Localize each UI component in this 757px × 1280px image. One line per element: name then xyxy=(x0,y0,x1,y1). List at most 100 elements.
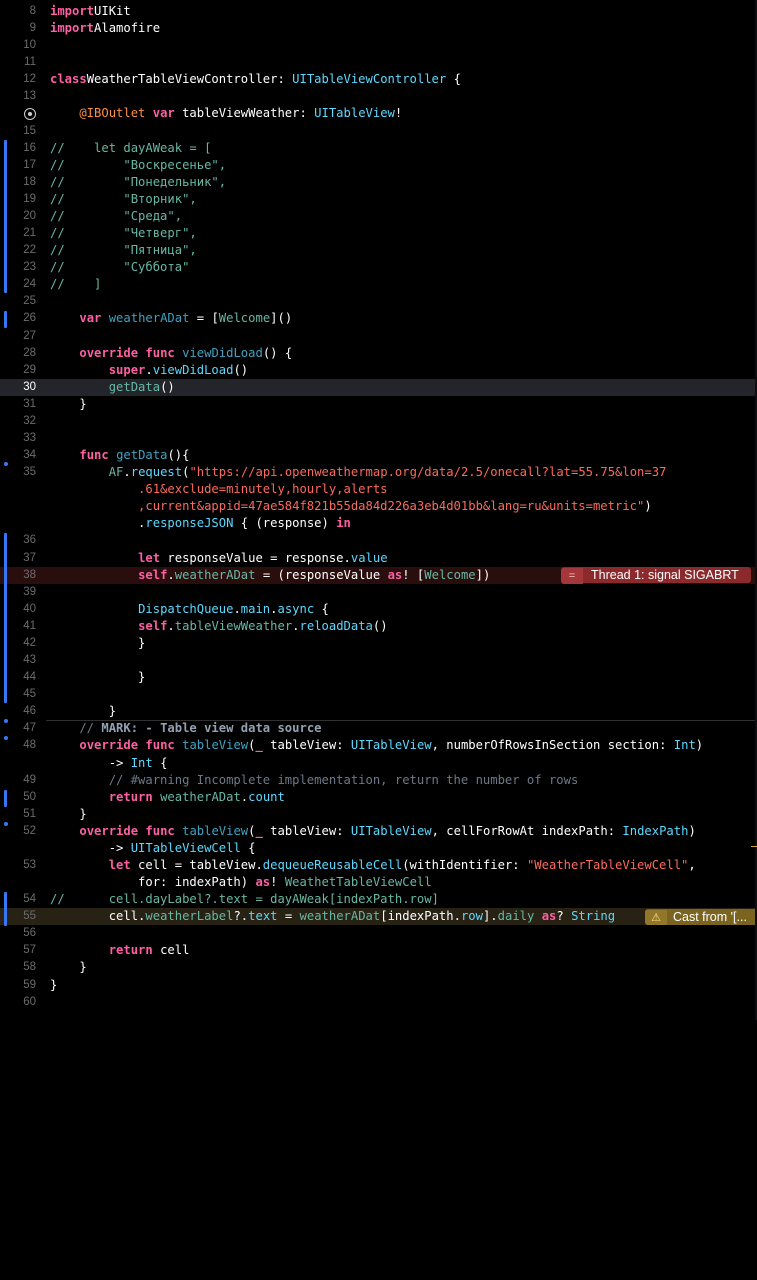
code-line[interactable]: 28 override func viewDidLoad() { xyxy=(0,345,757,362)
code-text[interactable]: } xyxy=(50,977,57,994)
code-line[interactable]: 15 xyxy=(0,123,757,140)
code-line[interactable]: 31 } xyxy=(0,396,757,413)
code-text[interactable]: let cell = tableView.dequeueReusableCell… xyxy=(50,857,696,874)
line-number[interactable]: 33 xyxy=(0,430,36,447)
code-text[interactable]: // "Понедельник", xyxy=(50,174,226,191)
code-line[interactable]: 54// cell.dayLabel?.text = dayAWeak[inde… xyxy=(0,891,757,908)
code-line[interactable]: 8 importUIKit xyxy=(0,3,757,20)
code-line[interactable]: 51 } xyxy=(0,806,757,823)
line-number[interactable]: 57 xyxy=(0,942,36,959)
code-text[interactable]: // "Воскресенье", xyxy=(50,157,226,174)
line-number[interactable]: 59 xyxy=(0,977,36,994)
code-line[interactable]: 52 override func tableView(_ tableView: … xyxy=(0,823,757,840)
code-text[interactable]: } xyxy=(50,959,86,976)
code-text[interactable]: } xyxy=(50,669,145,686)
code-line[interactable]: 37 let responseValue = response.value xyxy=(0,550,757,567)
code-line[interactable]: .responseJSON { (response) in xyxy=(0,515,757,532)
code-text[interactable]: let responseValue = response.value xyxy=(50,550,387,567)
code-line[interactable]: 33 xyxy=(0,430,757,447)
code-line[interactable]: 29 super.viewDidLoad() xyxy=(0,362,757,379)
line-number[interactable]: 15 xyxy=(0,123,36,140)
code-line[interactable]: 47 // MARK: - Table view data source xyxy=(0,720,757,737)
error-annotation[interactable]: = Thread 1: signal SIGABRT xyxy=(561,567,751,584)
code-text[interactable]: self.weatherADat = (responseValue as! [W… xyxy=(50,567,490,584)
code-text[interactable]: -> Int { xyxy=(50,755,168,772)
code-text[interactable]: for: indexPath) as! WeathetTableViewCell xyxy=(50,874,432,891)
code-text[interactable]: var weatherADat = [Welcome]() xyxy=(50,310,292,327)
code-text[interactable]: ,current&appid=47ae584f821b55da84d226a3e… xyxy=(50,498,652,515)
line-number[interactable]: 9 xyxy=(0,20,36,37)
line-number[interactable]: 49 xyxy=(0,772,36,789)
code-text[interactable]: AF.request("https://api.openweathermap.o… xyxy=(50,464,667,481)
change-bar[interactable] xyxy=(4,311,7,328)
code-text[interactable]: return weatherADat.count xyxy=(50,789,285,806)
code-line[interactable]: 32 xyxy=(0,413,757,430)
line-number[interactable]: 35 xyxy=(0,464,36,481)
code-text[interactable]: // "Вторник", xyxy=(50,191,197,208)
code-text[interactable]: importUIKit xyxy=(50,3,131,20)
code-line[interactable]: 10 xyxy=(0,37,757,54)
code-line[interactable]: 56 xyxy=(0,925,757,942)
code-line[interactable]: 59} xyxy=(0,977,757,994)
code-line[interactable]: 30 getData() xyxy=(0,378,757,396)
line-number[interactable]: 13 xyxy=(0,88,36,105)
code-text[interactable]: override func viewDidLoad() { xyxy=(50,345,292,362)
code-text[interactable]: return cell xyxy=(50,942,190,959)
line-number[interactable]: 11 xyxy=(0,54,36,71)
line-number[interactable]: 46 xyxy=(0,703,36,720)
code-line[interactable]: 42 } xyxy=(0,635,757,652)
code-line[interactable]: 11 xyxy=(0,54,757,71)
code-line[interactable]: 21// "Четверг", xyxy=(0,225,757,242)
code-text[interactable]: cell.weatherLabel?.text = weatherADat[in… xyxy=(50,908,615,925)
code-line[interactable]: 57 return cell xyxy=(0,942,757,959)
warning-annotation[interactable]: ⚠ Cast from '[... xyxy=(645,909,757,925)
code-line[interactable]: 13 xyxy=(0,88,757,105)
line-number[interactable]: 32 xyxy=(0,413,36,430)
code-line[interactable]: 36 xyxy=(0,532,757,549)
change-bar[interactable] xyxy=(4,790,7,807)
code-line[interactable]: 17// "Воскресенье", xyxy=(0,157,757,174)
code-text[interactable]: // cell.dayLabel?.text = dayAWeak[indexP… xyxy=(50,891,439,908)
code-text[interactable]: } xyxy=(50,635,145,652)
code-text[interactable]: func getData(){ xyxy=(50,447,189,464)
code-line[interactable]: 27 xyxy=(0,328,757,345)
line-number[interactable]: 27 xyxy=(0,328,36,345)
code-line[interactable]: 18// "Понедельник", xyxy=(0,174,757,191)
line-number[interactable]: 56 xyxy=(0,925,36,942)
line-number[interactable]: 29 xyxy=(0,362,36,379)
code-line[interactable]: -> Int { xyxy=(0,755,757,772)
code-line[interactable]: 24// ] xyxy=(0,276,757,293)
source-editor[interactable]: 8 importUIKit 9 importAlamofire 10 11 12 classW… xyxy=(0,0,757,1280)
code-text[interactable]: // MARK: - Table view data source xyxy=(50,720,321,737)
code-text[interactable]: self.tableViewWeather.reloadData() xyxy=(50,618,388,635)
code-line[interactable]: 26 var weatherADat = [Welcome]() xyxy=(0,310,757,327)
line-number[interactable]: 58 xyxy=(0,959,36,976)
code-text[interactable]: DispatchQueue.main.async { xyxy=(50,601,329,618)
code-line[interactable]: 49 // #warning Incomplete implementation… xyxy=(0,772,757,789)
change-bar[interactable] xyxy=(4,140,7,293)
code-line[interactable]: @IBOutlet var tableViewWeather: UITableV… xyxy=(0,105,757,122)
code-line[interactable]: -> UITableViewCell { xyxy=(0,840,757,857)
code-line[interactable]: 12 classWeatherTableViewController: UITab… xyxy=(0,71,757,88)
code-line[interactable]: 9 importAlamofire xyxy=(0,20,757,37)
code-text[interactable]: } xyxy=(50,806,86,823)
code-text[interactable]: classWeatherTableViewController: UITable… xyxy=(50,71,461,88)
change-bar[interactable] xyxy=(4,892,7,926)
code-text[interactable]: } xyxy=(50,396,86,413)
code-text[interactable]: .responseJSON { (response) in xyxy=(50,515,351,532)
code-line[interactable]: 16// let dayAWeak = [ xyxy=(0,140,757,157)
code-line[interactable]: 23// "Суббота" xyxy=(0,259,757,276)
code-line[interactable]: 34 func getData(){ xyxy=(0,447,757,464)
code-text[interactable]: getData() xyxy=(50,379,175,396)
line-number[interactable]: 30 xyxy=(0,379,36,396)
code-text[interactable]: override func tableView(_ tableView: UIT… xyxy=(50,737,703,754)
code-text[interactable]: } xyxy=(50,703,116,720)
code-line[interactable]: 22// "Пятница", xyxy=(0,242,757,259)
line-number[interactable]: 51 xyxy=(0,806,36,823)
code-line[interactable]: 46 } xyxy=(0,703,757,720)
outlet-connection-icon[interactable] xyxy=(24,108,36,120)
code-line[interactable]: 58 } xyxy=(0,959,757,976)
line-number[interactable]: 53 xyxy=(0,857,36,874)
line-number[interactable]: 10 xyxy=(0,37,36,54)
code-text[interactable]: super.viewDidLoad() xyxy=(50,362,248,379)
